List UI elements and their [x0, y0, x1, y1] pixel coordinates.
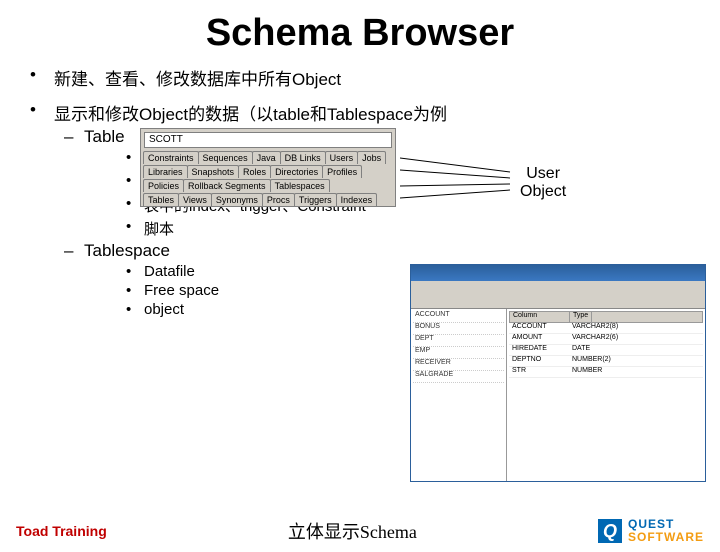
grid-row: AMOUNTVARCHAR2(6) — [509, 334, 703, 345]
footer-brand: Toad Training — [16, 523, 107, 539]
tab-dblinks[interactable]: DB Links — [280, 151, 326, 164]
bullet-2: 显示和修改Object的数据（以table和Tablespace为例 — [54, 100, 447, 125]
tab-tablespaces[interactable]: Tablespaces — [270, 179, 330, 192]
tab-triggers[interactable]: Triggers — [294, 193, 337, 206]
list-item[interactable]: SALGRADE — [413, 371, 504, 383]
ts-item-1: Datafile — [144, 263, 195, 280]
list-item[interactable]: ACCOUNT — [413, 311, 504, 323]
tab-users[interactable]: Users — [325, 151, 359, 164]
grid-header: Column Type — [509, 311, 703, 323]
tab-procs[interactable]: Procs — [262, 193, 295, 206]
tab-profiles[interactable]: Profiles — [322, 165, 362, 178]
quest-logo: Q QUEST SOFTWARE — [598, 518, 704, 544]
tab-roles[interactable]: Roles — [238, 165, 271, 178]
sub-table: Table — [84, 127, 125, 147]
slide-title: Schema Browser — [0, 12, 720, 55]
grid-row: HIREDATEDATE — [509, 345, 703, 356]
annotation-label: User Object — [520, 165, 566, 201]
grid-row: STRNUMBER — [509, 367, 703, 378]
tab-tables[interactable]: Tables — [143, 193, 179, 206]
grid-row: DEPTNONUMBER(2) — [509, 356, 703, 367]
tab-policies[interactable]: Policies — [143, 179, 184, 192]
list-item[interactable]: RECEIVER — [413, 359, 504, 371]
grid-row: ACCOUNTVARCHAR2(8) — [509, 323, 703, 334]
detail-grid: Column Type ACCOUNTVARCHAR2(8) AMOUNTVAR… — [507, 309, 705, 481]
tab-indexes[interactable]: Indexes — [336, 193, 378, 206]
footer: Toad Training 立体显示Schema Q QUEST SOFTWAR… — [0, 518, 720, 544]
schema-dropdown[interactable]: SCOTT — [144, 132, 392, 148]
footer-note: 立体显示Schema — [107, 518, 598, 544]
tab-snapshots[interactable]: Snapshots — [187, 165, 240, 178]
tab-directories[interactable]: Directories — [270, 165, 323, 178]
object-list[interactable]: ACCOUNT BONUS DEPT EMP RECEIVER SALGRADE — [411, 309, 507, 481]
sub-tablespace: Tablespace — [84, 241, 170, 261]
bullet-1: 新建、查看、修改数据库中所有Object — [54, 65, 341, 90]
ts-item-3: object — [144, 301, 184, 318]
annotation-lines-icon — [400, 150, 520, 210]
schema-tabs-panel: SCOTT Constraints Sequences Java DB Link… — [140, 128, 396, 207]
list-item[interactable]: DEPT — [413, 335, 504, 347]
tab-rollback[interactable]: Rollback Segments — [183, 179, 271, 192]
tab-synonyms[interactable]: Synonyms — [211, 193, 263, 206]
tab-constraints[interactable]: Constraints — [143, 151, 199, 164]
logo-q-icon: Q — [598, 519, 622, 543]
titlebar — [411, 265, 705, 281]
tab-jobs[interactable]: Jobs — [357, 151, 386, 164]
tab-java[interactable]: Java — [252, 151, 281, 164]
schema-browser-window: ACCOUNT BONUS DEPT EMP RECEIVER SALGRADE… — [410, 264, 706, 482]
tab-sequences[interactable]: Sequences — [198, 151, 253, 164]
tab-views[interactable]: Views — [178, 193, 212, 206]
table-item-4: 脚本 — [144, 218, 174, 239]
list-item[interactable]: BONUS — [413, 323, 504, 335]
toolbar — [411, 281, 705, 309]
ts-item-2: Free space — [144, 282, 219, 299]
tab-libraries[interactable]: Libraries — [143, 165, 188, 178]
list-item[interactable]: EMP — [413, 347, 504, 359]
